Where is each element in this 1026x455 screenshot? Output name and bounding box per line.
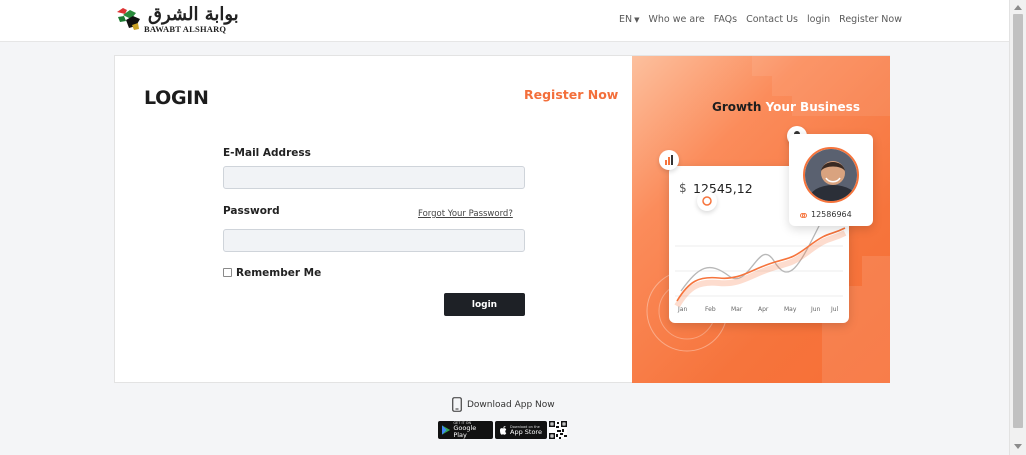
qr-code-icon[interactable] <box>549 421 567 439</box>
app-store-big-text: App Store <box>510 427 542 436</box>
mobile-phone-icon <box>452 397 462 412</box>
bar-chart-icon <box>659 150 679 170</box>
month-label: Jul <box>831 306 839 313</box>
chevron-down-icon: ▼ <box>634 16 640 24</box>
login-button[interactable]: login <box>444 293 525 316</box>
forgot-password-link[interactable]: Forgot Your Password? <box>418 209 513 219</box>
profile-card: 12586964 <box>789 134 873 226</box>
scrollbar-thumb[interactable] <box>1013 14 1023 428</box>
month-label: Mar <box>731 306 743 313</box>
remember-me-checkbox[interactable] <box>223 268 232 277</box>
promo-title-dark: Growth <box>712 100 762 114</box>
month-label: Jun <box>811 306 821 313</box>
month-label: May <box>784 306 797 313</box>
login-card: LOGIN Register Now E-Mail Address Passwo… <box>114 55 890 383</box>
nav-link-login[interactable]: login <box>807 14 830 25</box>
language-label: EN <box>619 14 633 25</box>
password-label: Password <box>223 205 280 217</box>
month-label: Apr <box>758 306 769 313</box>
promo-title: Growth Your Business <box>712 100 860 114</box>
google-play-icon <box>442 425 451 435</box>
profile-number: 12586964 <box>811 210 852 219</box>
download-app-row: Download App Now <box>452 397 555 412</box>
month-label: Feb <box>705 306 716 313</box>
promo-panel: Growth Your Business $ 12545,12 Jan Feb … <box>632 56 890 383</box>
brand-latin-text: BAWABT ALSHARQ <box>144 24 227 34</box>
brand-map-icon <box>117 8 140 30</box>
person-photo-icon <box>805 149 857 201</box>
nav-link-faqs[interactable]: FAQs <box>714 14 737 25</box>
scroll-down-icon[interactable] <box>1014 444 1022 449</box>
nav-link-register[interactable]: Register Now <box>839 14 902 25</box>
link-icon <box>800 213 807 218</box>
month-label: Jan <box>678 306 688 313</box>
google-play-big-text: Google Play <box>453 424 477 439</box>
brand-logo[interactable]: بوابة الشرق BAWABT ALSHARQ <box>114 4 239 36</box>
avatar <box>803 147 859 203</box>
password-field[interactable] <box>223 229 525 252</box>
scroll-up-icon[interactable] <box>1014 5 1022 10</box>
brand-arabic-text: بوابة الشرق <box>148 4 239 25</box>
currency-exchange-icon <box>697 191 717 211</box>
google-play-badge[interactable]: GET IT ON Google Play <box>438 421 493 439</box>
download-app-label: Download App Now <box>467 399 555 410</box>
remember-me-label[interactable]: Remember Me <box>236 267 321 279</box>
login-title: LOGIN <box>144 87 209 109</box>
app-store-badge[interactable]: Download on the App Store <box>495 421 547 439</box>
email-label: E-Mail Address <box>223 147 311 159</box>
nav-link-who-we-are[interactable]: Who we are <box>649 14 705 25</box>
top-navbar: بوابة الشرق BAWABT ALSHARQ EN ▼ Who we ar… <box>0 0 1009 42</box>
promo-title-highlight: Your Business <box>765 100 860 114</box>
nav-links: EN ▼ Who we are FAQs Contact Us login Reg… <box>619 14 902 25</box>
language-dropdown[interactable]: EN ▼ <box>619 14 640 25</box>
vertical-scrollbar[interactable] <box>1009 0 1026 455</box>
apple-icon <box>500 426 507 435</box>
register-now-link[interactable]: Register Now <box>524 87 618 102</box>
email-field[interactable] <box>223 166 525 189</box>
nav-link-contact[interactable]: Contact Us <box>746 14 798 25</box>
